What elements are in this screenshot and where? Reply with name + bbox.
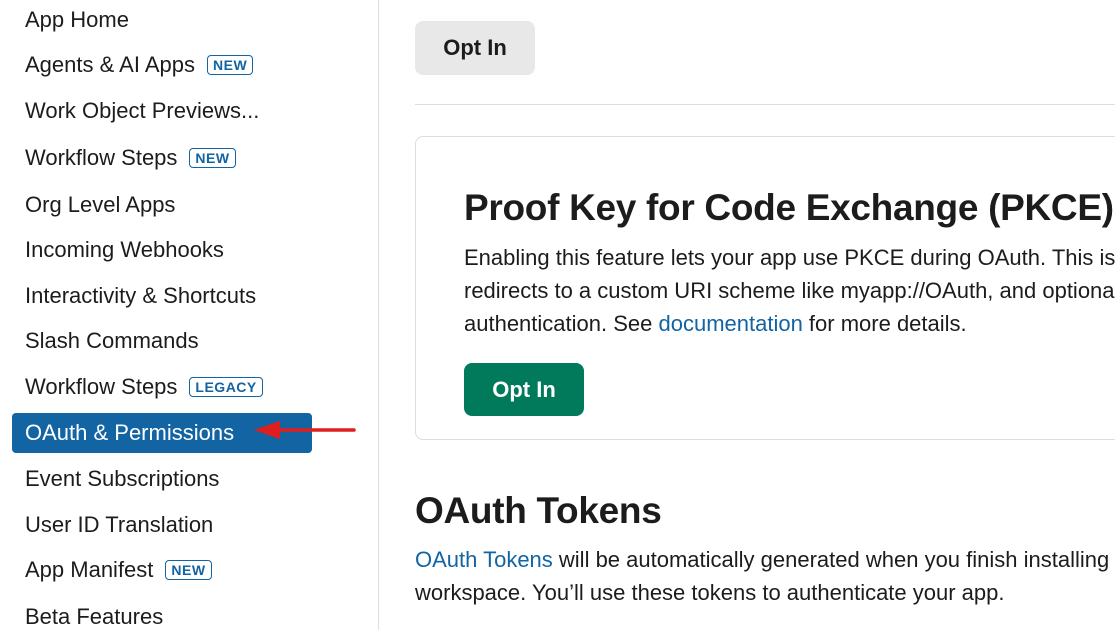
- sidebar-item-label: Interactivity & Shortcuts: [25, 283, 257, 308]
- opt-in-button-top[interactable]: Opt In: [415, 21, 535, 75]
- sidebar-item-incoming-webhooks[interactable]: Incoming Webhooks: [25, 230, 224, 270]
- oauth-tokens-description-line: OAuth Tokens will be automatically gener…: [415, 543, 1115, 576]
- legacy-badge: LEGACY: [189, 377, 263, 397]
- pkce-description: Enabling this feature lets your app use …: [464, 241, 1115, 340]
- sidebar-item-label: Workflow Steps: [25, 374, 178, 399]
- sidebar-item-app-manifest[interactable]: App Manifest NEW: [25, 550, 212, 590]
- sidebar-item-label: Event Subscriptions: [25, 466, 220, 491]
- sidebar-item-agents-ai-apps[interactable]: Agents & AI Apps NEW: [25, 45, 254, 85]
- sidebar-item-interactivity-shortcuts[interactable]: Interactivity & Shortcuts: [25, 276, 256, 316]
- pkce-card: Proof Key for Code Exchange (PKCE) Enabl…: [415, 136, 1115, 440]
- pkce-text: authentication. See: [464, 311, 659, 336]
- sidebar-item-work-object-previews[interactable]: Work Object Previews...: [25, 91, 259, 131]
- sidebar-item-label: OAuth & Permissions: [25, 420, 235, 445]
- new-badge: NEW: [165, 560, 212, 580]
- sidebar-item-label: Org Level Apps: [25, 192, 176, 217]
- sidebar-item-label: Workflow Steps: [25, 145, 178, 170]
- sidebar-item-slash-commands[interactable]: Slash Commands: [25, 321, 199, 361]
- pkce-description-line: Enabling this feature lets your app use …: [464, 245, 1115, 270]
- sidebar-item-label: Slash Commands: [25, 328, 199, 353]
- sidebar-item-workflow-steps-legacy[interactable]: Workflow Steps LEGACY: [25, 367, 263, 407]
- sidebar-item-label: Work Object Previews...: [25, 98, 260, 123]
- sidebar-item-label: App Home: [25, 7, 129, 32]
- pkce-opt-in-button[interactable]: Opt In: [464, 363, 584, 416]
- pkce-title: Proof Key for Code Exchange (PKCE): [464, 187, 1114, 228]
- sidebar-item-workflow-steps[interactable]: Workflow Steps NEW: [25, 138, 236, 178]
- oauth-tokens-description-line: workspace. You’ll use these tokens to au…: [415, 580, 1005, 605]
- pkce-text: for more details.: [802, 311, 967, 336]
- sidebar-item-label: Agents & AI Apps: [25, 52, 196, 77]
- documentation-link[interactable]: documentation: [658, 311, 802, 336]
- sidebar-nav: App Home Agents & AI Apps NEW Work Objec…: [0, 0, 379, 630]
- oauth-tokens-description: OAuth Tokens will be automatically gener…: [415, 543, 1115, 609]
- pkce-description-line: authentication. See documentation for mo…: [464, 307, 1115, 340]
- oauth-tokens-title: OAuth Tokens: [415, 490, 662, 531]
- oauth-tokens-text: will be automatically generated when you…: [552, 547, 1110, 572]
- oauth-tokens-link[interactable]: OAuth Tokens: [415, 547, 553, 572]
- new-badge: NEW: [189, 148, 236, 168]
- new-badge: NEW: [207, 55, 254, 75]
- sidebar-item-label: App Manifest: [25, 557, 154, 582]
- main-content: Opt In Proof Key for Code Exchange (PKCE…: [379, 0, 1115, 630]
- sidebar-item-user-id-translation[interactable]: User ID Translation: [25, 505, 213, 545]
- sidebar-item-org-level-apps[interactable]: Org Level Apps: [25, 185, 175, 225]
- red-arrow-annotation-icon: [254, 421, 356, 439]
- sidebar-item-label: User ID Translation: [25, 512, 214, 537]
- sidebar-item-beta-features[interactable]: Beta Features: [25, 597, 163, 637]
- sidebar-item-app-home[interactable]: App Home: [25, 0, 129, 40]
- sidebar-item-event-subscriptions[interactable]: Event Subscriptions: [25, 459, 219, 499]
- sidebar-item-label: Beta Features: [25, 604, 164, 629]
- pkce-description-line: redirects to a custom URI scheme like my…: [464, 278, 1115, 303]
- sidebar-item-label: Incoming Webhooks: [25, 237, 224, 262]
- divider: [415, 104, 1115, 105]
